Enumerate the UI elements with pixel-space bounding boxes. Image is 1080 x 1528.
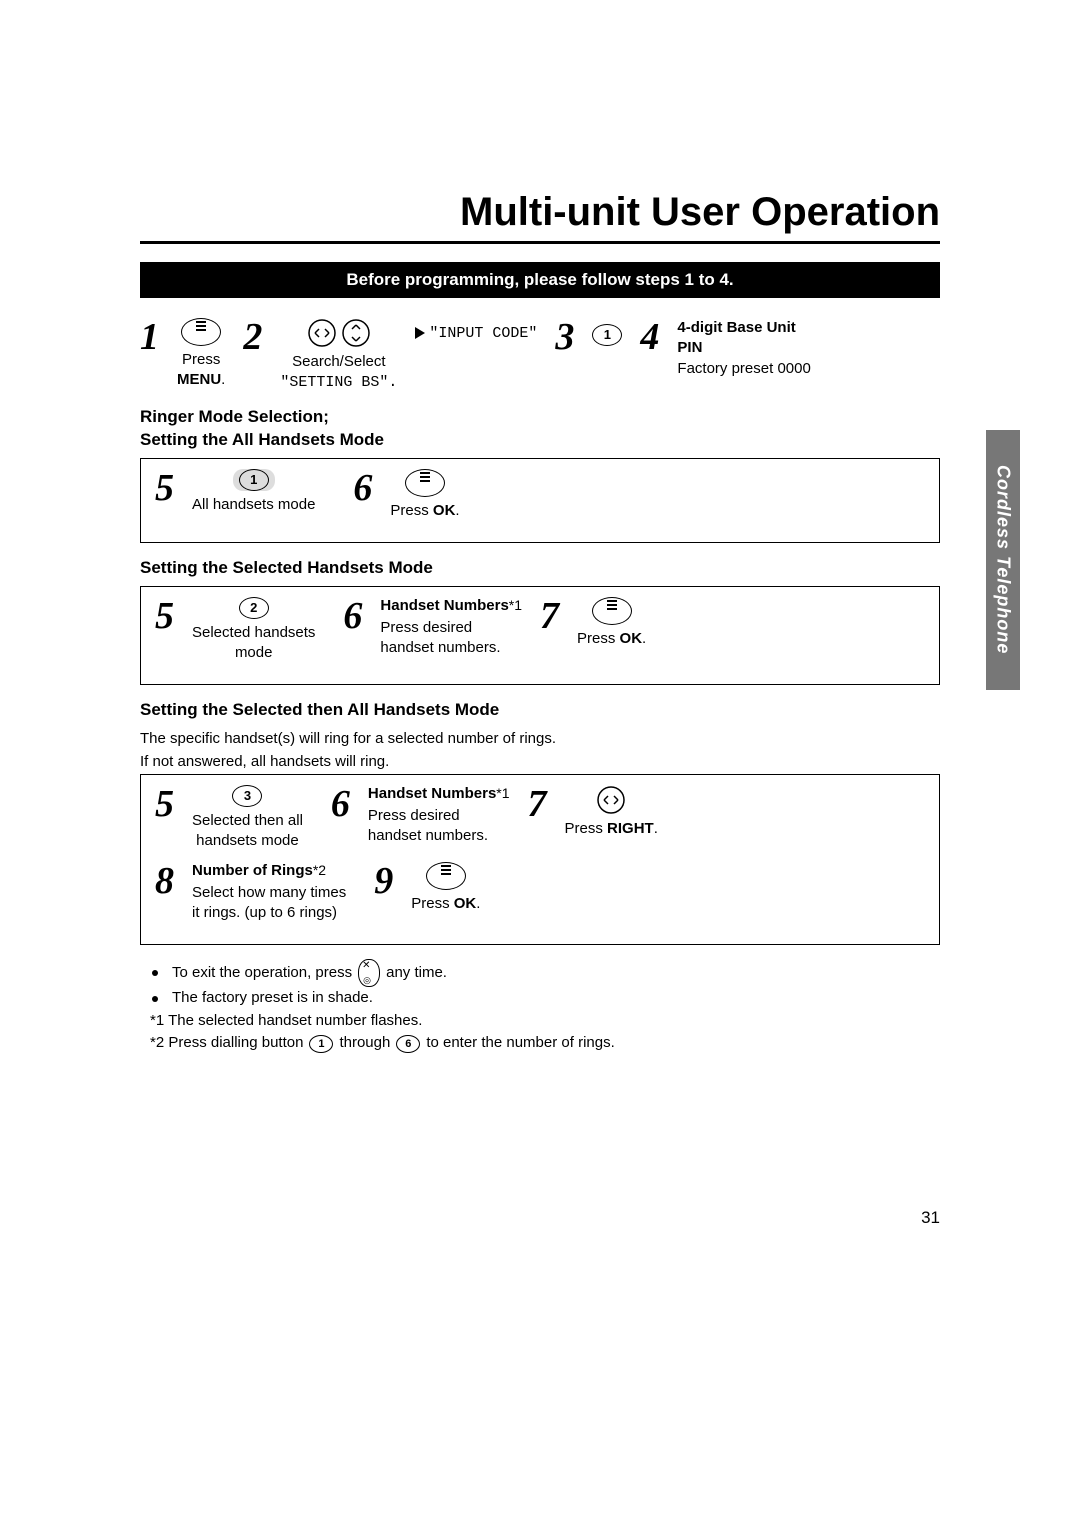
step-8c-number: 8 [155, 862, 174, 900]
step-4-number: 4 [640, 318, 659, 356]
step-6c: Handset Numbers*1 Press desiredhandset n… [368, 785, 510, 845]
prestep-row: 1 PressMENU. 2 Search/Select"SETTING BS"… [140, 318, 940, 392]
step-2-number: 2 [243, 318, 262, 356]
page-number: 31 [921, 1208, 940, 1228]
step-5a-number: 5 [155, 469, 174, 507]
ok-button-icon [592, 597, 632, 625]
keypad-2-icon: 2 [239, 597, 269, 619]
section-a-box: 5 1 All handsets mode 6 Press OK. [140, 458, 940, 544]
keypad-1-inline-icon: 1 [309, 1035, 333, 1053]
step-6c-number: 6 [331, 785, 350, 823]
note-4: *2 Press dialling button 1 through 6 to … [150, 1032, 940, 1055]
keypad-3-icon: 3 [232, 785, 262, 807]
notes: To exit the operation, press any time. T… [140, 959, 940, 1055]
step-3-number: 3 [555, 318, 574, 356]
menu-button-icon [181, 318, 221, 346]
bullet-icon [152, 970, 158, 976]
step-1-number: 1 [140, 318, 159, 356]
nav-left-right-icon [307, 318, 337, 348]
section-c-desc-a: The specific handset(s) will ring for a … [140, 728, 940, 749]
side-tab-label: Cordless Telephone [993, 465, 1014, 654]
step1-label-b: MENU [177, 371, 221, 388]
step-6b-number: 6 [343, 597, 362, 635]
step4-line3: Factory preset 0000 [677, 360, 810, 377]
step2-sub: Search/Select [292, 353, 385, 370]
keypad-6-inline-icon: 6 [396, 1035, 420, 1053]
section-b-box: 5 2 Selected handsetsmode 6 Handset Numb… [140, 586, 940, 685]
cancel-button-icon [358, 959, 380, 987]
step-3: 1 [592, 318, 622, 346]
step-8c: Number of Rings*2 Select how many timesi… [192, 862, 346, 922]
manual-page: Multi-unit User Operation Before program… [0, 0, 1080, 1528]
step2-mono: "SETTING BS". [280, 374, 397, 391]
step-6a: Press OK. [390, 469, 459, 521]
nav-up-down-icon [341, 318, 371, 348]
section-c-box: 5 3 Selected then allhandsets mode 6 Han… [140, 774, 940, 945]
step-6b: Handset Numbers*1 Press desiredhandset n… [380, 597, 522, 657]
steps-banner: Before programming, please follow steps … [140, 262, 940, 298]
note-2: The factory preset is in shade. [150, 987, 940, 1010]
input-code: "INPUT CODE" [415, 318, 537, 342]
step-5b: 2 Selected handsetsmode [192, 597, 315, 662]
keypad-1-shaded-icon: 1 [239, 469, 269, 491]
step-7b-number: 7 [540, 597, 559, 635]
nav-right-icon [596, 785, 626, 815]
step-7c-number: 7 [528, 785, 547, 823]
step-5c: 3 Selected then allhandsets mode [192, 785, 303, 850]
input-code-text: "INPUT CODE" [429, 325, 537, 342]
section-b-heading: Setting the Selected Handsets Mode [140, 557, 940, 580]
step4-line1: 4-digit Base Unit [677, 319, 795, 336]
ok-button-icon [426, 862, 466, 890]
section-c-heading: Setting the Selected then All Handsets M… [140, 699, 940, 722]
note-1: To exit the operation, press any time. [150, 959, 940, 987]
step-7b: Press OK. [577, 597, 646, 649]
bullet-icon [152, 996, 158, 1002]
step-6a-number: 6 [353, 469, 372, 507]
step-2: Search/Select "SETTING BS". [280, 318, 397, 392]
keypad-1-icon: 1 [592, 324, 622, 346]
step-5a: 1 All handsets mode [192, 469, 315, 515]
page-title: Multi-unit User Operation [140, 190, 940, 244]
note-3: *1 The selected handset number flashes. [150, 1010, 940, 1033]
step-1: PressMENU. [177, 318, 225, 389]
step-5b-number: 5 [155, 597, 174, 635]
step1-label-a: Press [182, 351, 220, 368]
step-7c: Press RIGHT. [565, 785, 658, 839]
step4-line2: PIN [677, 339, 702, 356]
step5a-label: All handsets mode [192, 495, 315, 515]
section-c-desc-b: If not answered, all handsets will ring. [140, 751, 940, 772]
ok-button-icon [405, 469, 445, 497]
section-a-heading: Ringer Mode Selection; Setting the All H… [140, 406, 940, 452]
arrow-right-icon [415, 327, 425, 339]
step-9c: Press OK. [411, 862, 480, 914]
step-9c-number: 9 [374, 862, 393, 900]
step-4: 4-digit Base Unit PIN Factory preset 000… [677, 318, 810, 379]
step-5c-number: 5 [155, 785, 174, 823]
side-tab: Cordless Telephone [986, 430, 1020, 690]
